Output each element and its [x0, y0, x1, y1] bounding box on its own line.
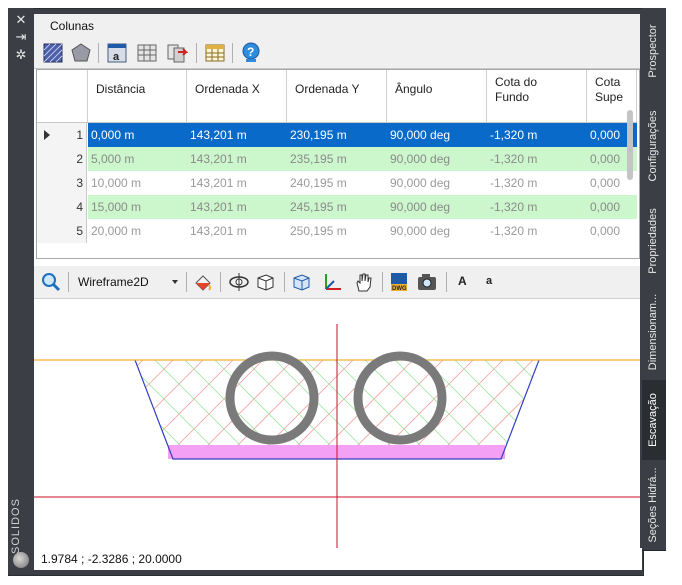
- cell-distancia[interactable]: 15,000 m: [88, 195, 187, 219]
- row-number[interactable]: 5: [37, 219, 87, 243]
- ucs-axis-icon[interactable]: [322, 271, 344, 293]
- row-number[interactable]: 1: [37, 123, 87, 147]
- cell-cota-fundo[interactable]: -1,320 m: [487, 195, 587, 219]
- trench-section-drawing: [34, 324, 640, 548]
- cell-ordenada-x[interactable]: 143,201 m: [187, 219, 287, 243]
- palette-title: SOLIDOS: [10, 498, 22, 554]
- auto-hide-icon[interactable]: ⇥: [8, 30, 34, 44]
- svg-text:DWG: DWG: [392, 286, 407, 292]
- svg-text:?: ?: [247, 45, 254, 59]
- header-ordenada-y[interactable]: Ordenada Y: [287, 70, 387, 122]
- table-row[interactable]: 1 0,000 m 143,201 m 230,195 m 90,000 deg…: [37, 123, 637, 147]
- cell-ordenada-y[interactable]: 230,195 m: [287, 123, 387, 147]
- data-grid: Distância Ordenada X Ordenada Y Ângulo C…: [36, 69, 640, 259]
- properties-icon[interactable]: ✲: [8, 48, 34, 62]
- header-angulo[interactable]: Ângulo: [387, 70, 487, 122]
- camera-icon[interactable]: [416, 271, 438, 293]
- header-distancia[interactable]: Distância: [88, 70, 187, 122]
- 3d-view-icon[interactable]: [290, 271, 312, 293]
- cell-angulo[interactable]: 90,000 deg: [387, 123, 487, 147]
- orbit-icon[interactable]: [228, 271, 250, 293]
- swap-columns-icon[interactable]: [166, 42, 188, 64]
- cell-ordenada-y[interactable]: 250,195 m: [287, 219, 387, 243]
- cell-ordenada-x[interactable]: 143,201 m: [187, 123, 287, 147]
- cell-ordenada-x[interactable]: 143,201 m: [187, 147, 287, 171]
- cell-cota-fundo[interactable]: -1,320 m: [487, 147, 587, 171]
- hatch-icon[interactable]: [42, 42, 64, 64]
- visual-style-value: Wireframe2D: [78, 275, 149, 289]
- cell-cota-fundo[interactable]: -1,320 m: [487, 171, 587, 195]
- polygon-icon[interactable]: [70, 42, 92, 64]
- table-row[interactable]: 3 10,000 m 143,201 m 240,195 m 90,000 de…: [37, 171, 637, 195]
- chevron-down-icon: [172, 280, 178, 284]
- text-column-icon[interactable]: a: [106, 42, 128, 64]
- svg-text:a: a: [113, 51, 120, 63]
- drawing-viewport[interactable]: [34, 299, 640, 548]
- cell-angulo[interactable]: 90,000 deg: [387, 147, 487, 171]
- tab-secoes-hidraulicas[interactable]: Seções Hidrá...: [642, 460, 666, 551]
- dwg-export-icon[interactable]: DWG: [388, 271, 410, 293]
- tab-configuracoes[interactable]: Configurações: [642, 94, 666, 199]
- palette-tabs: Prospector Configurações Propriedades Di…: [642, 8, 666, 578]
- header-ordenada-x[interactable]: Ordenada X: [187, 70, 287, 122]
- cell-cota-fundo[interactable]: -1,320 m: [487, 219, 587, 243]
- cell-angulo[interactable]: 90,000 deg: [387, 195, 487, 219]
- pan-hand-icon[interactable]: [352, 271, 374, 293]
- cell-ordenada-x[interactable]: 143,201 m: [187, 171, 287, 195]
- help-icon[interactable]: ?: [240, 42, 262, 64]
- table-row[interactable]: 4 15,000 m 143,201 m 245,195 m 90,000 de…: [37, 195, 637, 219]
- cell-ordenada-y[interactable]: 245,195 m: [287, 195, 387, 219]
- cell-angulo[interactable]: 90,000 deg: [387, 219, 487, 243]
- paint-bucket-icon[interactable]: [192, 271, 214, 293]
- current-row-icon: [44, 130, 50, 140]
- header-cota-fundo[interactable]: Cota do Fundo: [487, 70, 587, 122]
- cell-ordenada-y[interactable]: 235,195 m: [287, 147, 387, 171]
- cell-ordenada-y[interactable]: 240,195 m: [287, 171, 387, 195]
- cursor-coordinates: 1.9784 ; -2.3286 ; 20.0000: [38, 552, 185, 566]
- cell-distancia[interactable]: 10,000 m: [88, 171, 187, 195]
- grid-icon[interactable]: [136, 42, 158, 64]
- pipe-right[interactable]: [353, 351, 447, 445]
- row-number[interactable]: 3: [37, 171, 87, 195]
- tab-dimensionamento[interactable]: Dimensionam...: [642, 284, 666, 381]
- cell-cota-superior[interactable]: 0,000: [587, 219, 637, 243]
- visual-style-dropdown[interactable]: Wireframe2D: [74, 273, 182, 291]
- close-icon[interactable]: ✕: [8, 13, 34, 27]
- text-size-large-button[interactable]: A: [458, 274, 467, 288]
- menu-bar: Colunas: [34, 14, 640, 38]
- cell-distancia[interactable]: 20,000 m: [88, 219, 187, 243]
- vertical-scrollbar[interactable]: [627, 110, 633, 180]
- grid-toolbar: a ?: [34, 38, 640, 69]
- cell-cota-superior[interactable]: 0,000: [587, 195, 637, 219]
- row-number[interactable]: 4: [37, 195, 87, 219]
- cell-distancia[interactable]: 5,000 m: [88, 147, 187, 171]
- view-toolbar: Wireframe2D DWG A a: [34, 266, 640, 299]
- table-row[interactable]: 5 20,000 m 143,201 m 250,195 m 90,000 de…: [37, 219, 637, 243]
- palette-title-strip: ✕ ⇥ ✲ SOLIDOS: [8, 8, 34, 574]
- header-rownum: [37, 70, 88, 122]
- view-cube-icon[interactable]: [254, 271, 276, 293]
- text-size-small-button[interactable]: a: [486, 275, 492, 287]
- pipe-left[interactable]: [225, 351, 319, 445]
- menu-colunas[interactable]: Colunas: [50, 19, 94, 33]
- row-number[interactable]: 2: [37, 147, 87, 171]
- table-icon[interactable]: [204, 42, 226, 64]
- zoom-icon[interactable]: [40, 271, 62, 293]
- table-row[interactable]: 2 5,000 m 143,201 m 235,195 m 90,000 deg…: [37, 147, 637, 171]
- tab-prospector[interactable]: Prospector: [642, 8, 666, 95]
- tab-propriedades[interactable]: Propriedades: [642, 198, 666, 285]
- cell-distancia[interactable]: 0,000 m: [88, 123, 187, 147]
- tab-escavacao[interactable]: Escavação: [642, 380, 666, 461]
- cell-angulo[interactable]: 90,000 deg: [387, 171, 487, 195]
- palette-content: Colunas a ? Distância Ordenada X Ordenad…: [34, 14, 640, 548]
- navigation-icon[interactable]: [13, 552, 29, 568]
- grid-header: Distância Ordenada X Ordenada Y Ângulo C…: [37, 70, 637, 123]
- cell-ordenada-x[interactable]: 143,201 m: [187, 195, 287, 219]
- cell-cota-fundo[interactable]: -1,320 m: [487, 123, 587, 147]
